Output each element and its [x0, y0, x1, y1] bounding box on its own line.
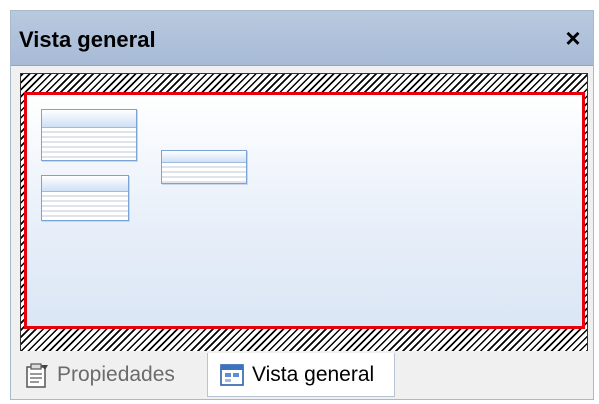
tab-overview-label: Vista general — [252, 362, 375, 386]
overview-area[interactable] — [20, 73, 588, 353]
properties-icon — [23, 361, 51, 389]
tab-properties[interactable]: Propiedades — [17, 353, 205, 397]
panel-titlebar: Vista general × — [11, 11, 593, 66]
entity-box-2[interactable] — [161, 150, 247, 184]
entity-box-3[interactable] — [41, 175, 129, 221]
viewport-rectangle[interactable] — [24, 92, 585, 329]
tab-properties-label: Propiedades — [57, 363, 175, 386]
overview-icon — [218, 361, 246, 389]
tab-overview[interactable]: Vista general — [207, 353, 395, 397]
overview-panel: Vista general × Propiedades Vista genera… — [10, 10, 594, 400]
close-button[interactable]: × — [559, 23, 587, 53]
entity-box-1[interactable] — [41, 109, 137, 161]
panel-title: Vista general — [19, 27, 156, 52]
tab-bar: Propiedades Vista general — [11, 351, 593, 399]
